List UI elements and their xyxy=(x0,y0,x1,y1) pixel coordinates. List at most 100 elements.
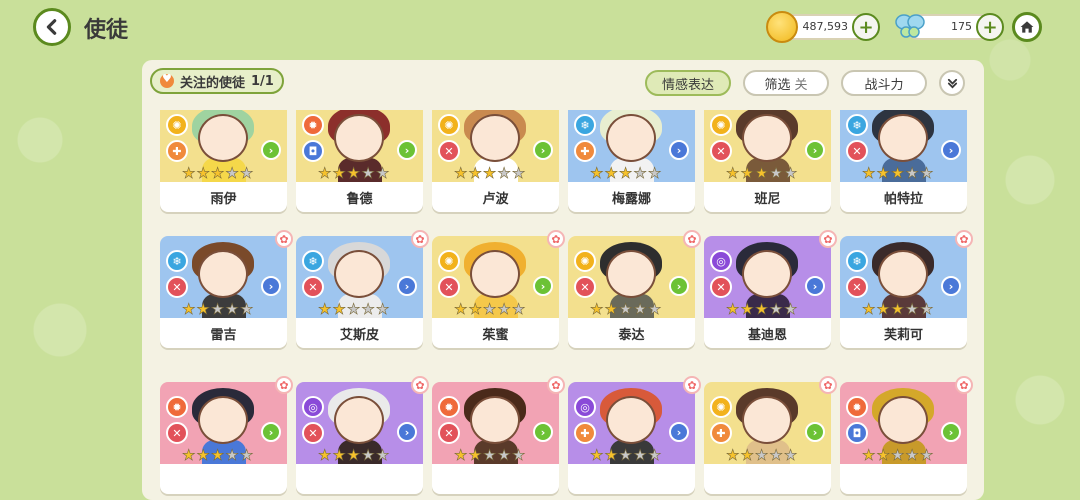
apostle-card[interactable]: ✺ ✕ › ★ ★ ★ ★ ★ 泰达 ✿ xyxy=(568,230,701,352)
star-icon: ★ xyxy=(726,300,740,318)
attack-role-icon: ✕ xyxy=(710,276,732,298)
follow-label: 关注的使徒 xyxy=(180,75,246,91)
character-face xyxy=(470,396,520,444)
page-title: 使徒 xyxy=(84,18,129,43)
chevron-right-icon: › xyxy=(941,276,961,296)
star-icon: ★ xyxy=(196,300,210,318)
apostle-portrait: ✺ ✕ › ★ ★ ★ ★ ★ xyxy=(432,236,559,318)
character-face xyxy=(606,114,656,162)
home-icon xyxy=(1020,21,1034,33)
apostle-card[interactable]: ✺ ✕ › ★ ★ ★ ★ ★ 卢波 xyxy=(432,110,559,216)
star-icon: ★ xyxy=(647,164,662,182)
star-icon: ★ xyxy=(239,164,254,182)
apostle-card[interactable]: ◎ ✕ › ★ ★ ★ ★ ★ ✿ xyxy=(296,376,429,498)
apostle-card[interactable]: ❄ ✕ › ★ ★ ★ ★ ★ 雷吉 ✿ xyxy=(160,230,293,352)
apostle-card[interactable]: ✹ ✕ › ★ ★ ★ ★ ★ ✿ xyxy=(432,376,565,498)
ice-element-icon: ❄ xyxy=(574,114,596,136)
follow-count: 1/1 xyxy=(251,73,274,89)
star-icon: ★ xyxy=(754,164,769,182)
apostle-card[interactable]: ❄ ✚ › ★ ★ ★ ★ ★ 梅露娜 xyxy=(568,110,695,216)
star-icon: ★ xyxy=(225,300,239,318)
apostle-card[interactable]: ❄ ✕ › ★ ★ ★ ★ ★ 艾斯皮 ✿ xyxy=(296,230,429,352)
apostle-card[interactable]: ✹ ◘ › ★ ★ ★ ★ ★ 鲁德 xyxy=(296,110,423,216)
apostle-portrait: ❄ ✕ › ★ ★ ★ ★ ★ xyxy=(840,236,967,318)
star-icon: ★ xyxy=(332,300,346,318)
back-button[interactable] xyxy=(33,8,71,46)
add-butterflies-button[interactable]: + xyxy=(976,13,1004,41)
light-element-icon: ✺ xyxy=(710,396,732,418)
sort-power-button[interactable]: 战斗力 xyxy=(841,70,927,96)
apostle-name: 卢波 xyxy=(432,182,559,212)
apostle-name: 雷吉 xyxy=(160,318,287,348)
star-icon: ★ xyxy=(769,164,783,182)
dark-element-icon: ◎ xyxy=(302,396,324,418)
character-face xyxy=(742,250,792,298)
apostle-card[interactable]: ✹ ✕ › ★ ★ ★ ★ ★ ✿ xyxy=(160,376,293,498)
coin-icon xyxy=(766,11,798,43)
star-icon: ★ xyxy=(454,446,468,464)
attack-role-icon: ✕ xyxy=(438,422,460,444)
apostle-portrait: ◎ ✕ › ★ ★ ★ ★ ★ xyxy=(704,236,831,318)
apostle-name: 茱蜜 xyxy=(432,318,559,348)
star-icon: ★ xyxy=(862,300,876,318)
character-face xyxy=(198,396,248,444)
apostle-name: 雨伊 xyxy=(160,182,287,212)
star-icon: ★ xyxy=(754,446,769,464)
star-icon: ★ xyxy=(919,164,934,182)
chevron-right-icon: › xyxy=(397,422,417,442)
apostle-card[interactable]: ◎ ✚ › ★ ★ ★ ★ ★ ✿ xyxy=(568,376,701,498)
star-rating: ★ ★ ★ ★ ★ xyxy=(726,164,798,182)
apostle-card[interactable]: ✺ ✕ › ★ ★ ★ ★ ★ 班尼 xyxy=(704,110,831,216)
attack-role-icon: ✕ xyxy=(574,276,596,298)
star-icon: ★ xyxy=(590,300,604,318)
attack-role-icon: ✕ xyxy=(166,422,188,444)
star-icon: ★ xyxy=(361,164,375,182)
star-icon: ★ xyxy=(876,164,890,182)
character-face xyxy=(470,250,520,298)
shield-role-icon: ◘ xyxy=(846,422,868,444)
star-icon: ★ xyxy=(346,164,361,182)
star-icon: ★ xyxy=(618,164,633,182)
star-icon: ★ xyxy=(740,446,754,464)
apostle-card[interactable]: ✹ ◘ › ★ ★ ★ ★ ★ ✿ xyxy=(840,376,973,498)
light-element-icon: ✺ xyxy=(438,250,460,272)
apostle-card[interactable]: ✺ ✚ › ★ ★ ★ ★ ★ 雨伊 xyxy=(160,110,287,216)
character-face xyxy=(878,114,928,162)
apostle-card[interactable]: ◎ ✕ › ★ ★ ★ ★ ★ 基迪恩 ✿ xyxy=(704,230,837,352)
apostle-card[interactable]: ✺ ✕ › ★ ★ ★ ★ ★ 茱蜜 ✿ xyxy=(432,230,565,352)
followed-apostles-button[interactable]: 关注的使徒 1/1 xyxy=(150,68,284,94)
ice-element-icon: ❄ xyxy=(846,250,868,272)
double-chevron-down-icon xyxy=(947,78,957,88)
star-icon: ★ xyxy=(876,300,890,318)
chevron-left-icon xyxy=(46,19,57,35)
ice-element-icon: ❄ xyxy=(166,250,188,272)
flower-icon: ✿ xyxy=(275,230,293,248)
heal-role-icon: ✚ xyxy=(574,422,596,444)
home-button[interactable] xyxy=(1012,12,1042,42)
flower-icon: ✿ xyxy=(411,230,429,248)
apostle-card[interactable]: ✺ ✚ › ★ ★ ★ ★ ★ ✿ xyxy=(704,376,837,498)
filter-button[interactable]: 筛选 关 xyxy=(743,70,829,96)
character-face xyxy=(606,250,656,298)
apostle-name xyxy=(568,464,695,494)
dark-element-icon: ◎ xyxy=(574,396,596,418)
apostle-portrait: ✺ ✕ › ★ ★ ★ ★ ★ xyxy=(704,110,831,182)
chevron-right-icon: › xyxy=(805,422,825,442)
collapse-button[interactable] xyxy=(939,70,965,96)
emote-button[interactable]: 情感表达 xyxy=(645,70,731,96)
star-rating: ★ ★ ★ ★ ★ xyxy=(590,164,662,182)
apostle-name xyxy=(160,464,287,494)
butterfly-icon xyxy=(895,14,925,38)
apostle-card[interactable]: ❄ ✕ › ★ ★ ★ ★ ★ 帕特拉 xyxy=(840,110,967,216)
star-icon: ★ xyxy=(196,164,210,182)
flower-icon: ✿ xyxy=(683,230,701,248)
apostle-portrait: ✺ ✚ › ★ ★ ★ ★ ★ xyxy=(160,110,287,182)
apostle-name: 鲁德 xyxy=(296,182,423,212)
star-icon: ★ xyxy=(783,300,798,318)
star-icon: ★ xyxy=(511,164,526,182)
apostle-card[interactable]: ❄ ✕ › ★ ★ ★ ★ ★ 芙莉可 ✿ xyxy=(840,230,973,352)
add-coins-button[interactable]: + xyxy=(852,13,880,41)
star-icon: ★ xyxy=(618,300,633,318)
star-icon: ★ xyxy=(196,446,210,464)
attack-role-icon: ✕ xyxy=(846,140,868,162)
